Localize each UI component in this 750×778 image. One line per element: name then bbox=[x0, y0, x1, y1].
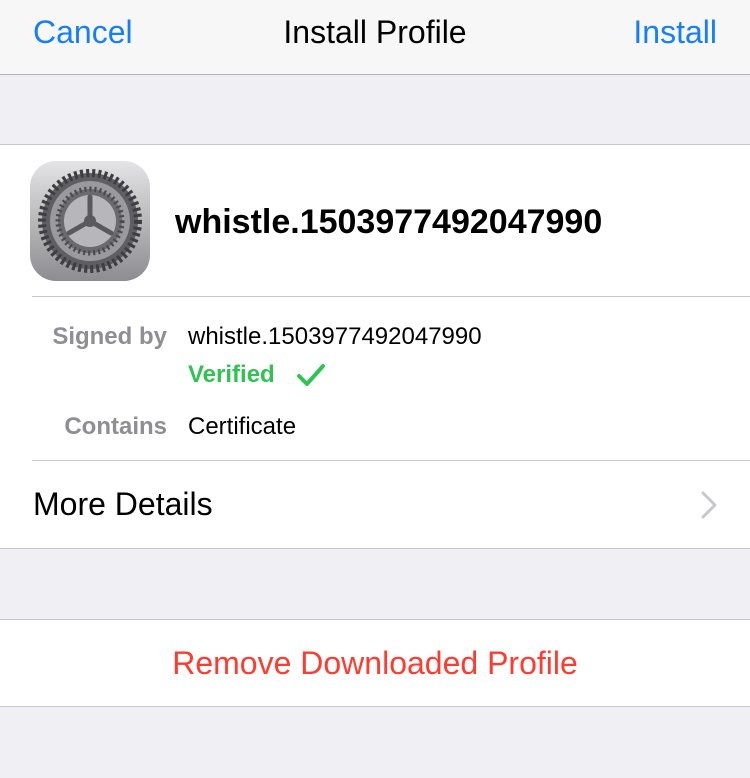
settings-gear-icon bbox=[30, 161, 150, 281]
chevron-right-icon bbox=[701, 491, 717, 519]
more-details-label: More Details bbox=[33, 486, 213, 522]
signed-by-value: whistle.1503977492047990 bbox=[188, 323, 482, 350]
cancel-button[interactable]: Cancel bbox=[33, 12, 133, 52]
profile-card: whistle.1503977492047990 Signed by whist… bbox=[0, 144, 750, 549]
remove-profile-button[interactable]: Remove Downloaded Profile bbox=[0, 619, 750, 707]
navigation-bar: Cancel Install Profile Install bbox=[0, 0, 750, 75]
signed-by-label: Signed by bbox=[52, 323, 167, 350]
checkmark-icon bbox=[297, 364, 325, 386]
contains-value: Certificate bbox=[188, 413, 297, 440]
profile-name: whistle.1503977492047990 bbox=[175, 203, 603, 241]
contains-label: Contains bbox=[64, 413, 167, 440]
verified-status: Verified bbox=[188, 361, 275, 388]
install-button[interactable]: Install bbox=[633, 12, 717, 52]
more-details-row[interactable]: More Details bbox=[0, 461, 750, 549]
remove-profile-label: Remove Downloaded Profile bbox=[172, 645, 578, 681]
divider bbox=[32, 296, 750, 297]
